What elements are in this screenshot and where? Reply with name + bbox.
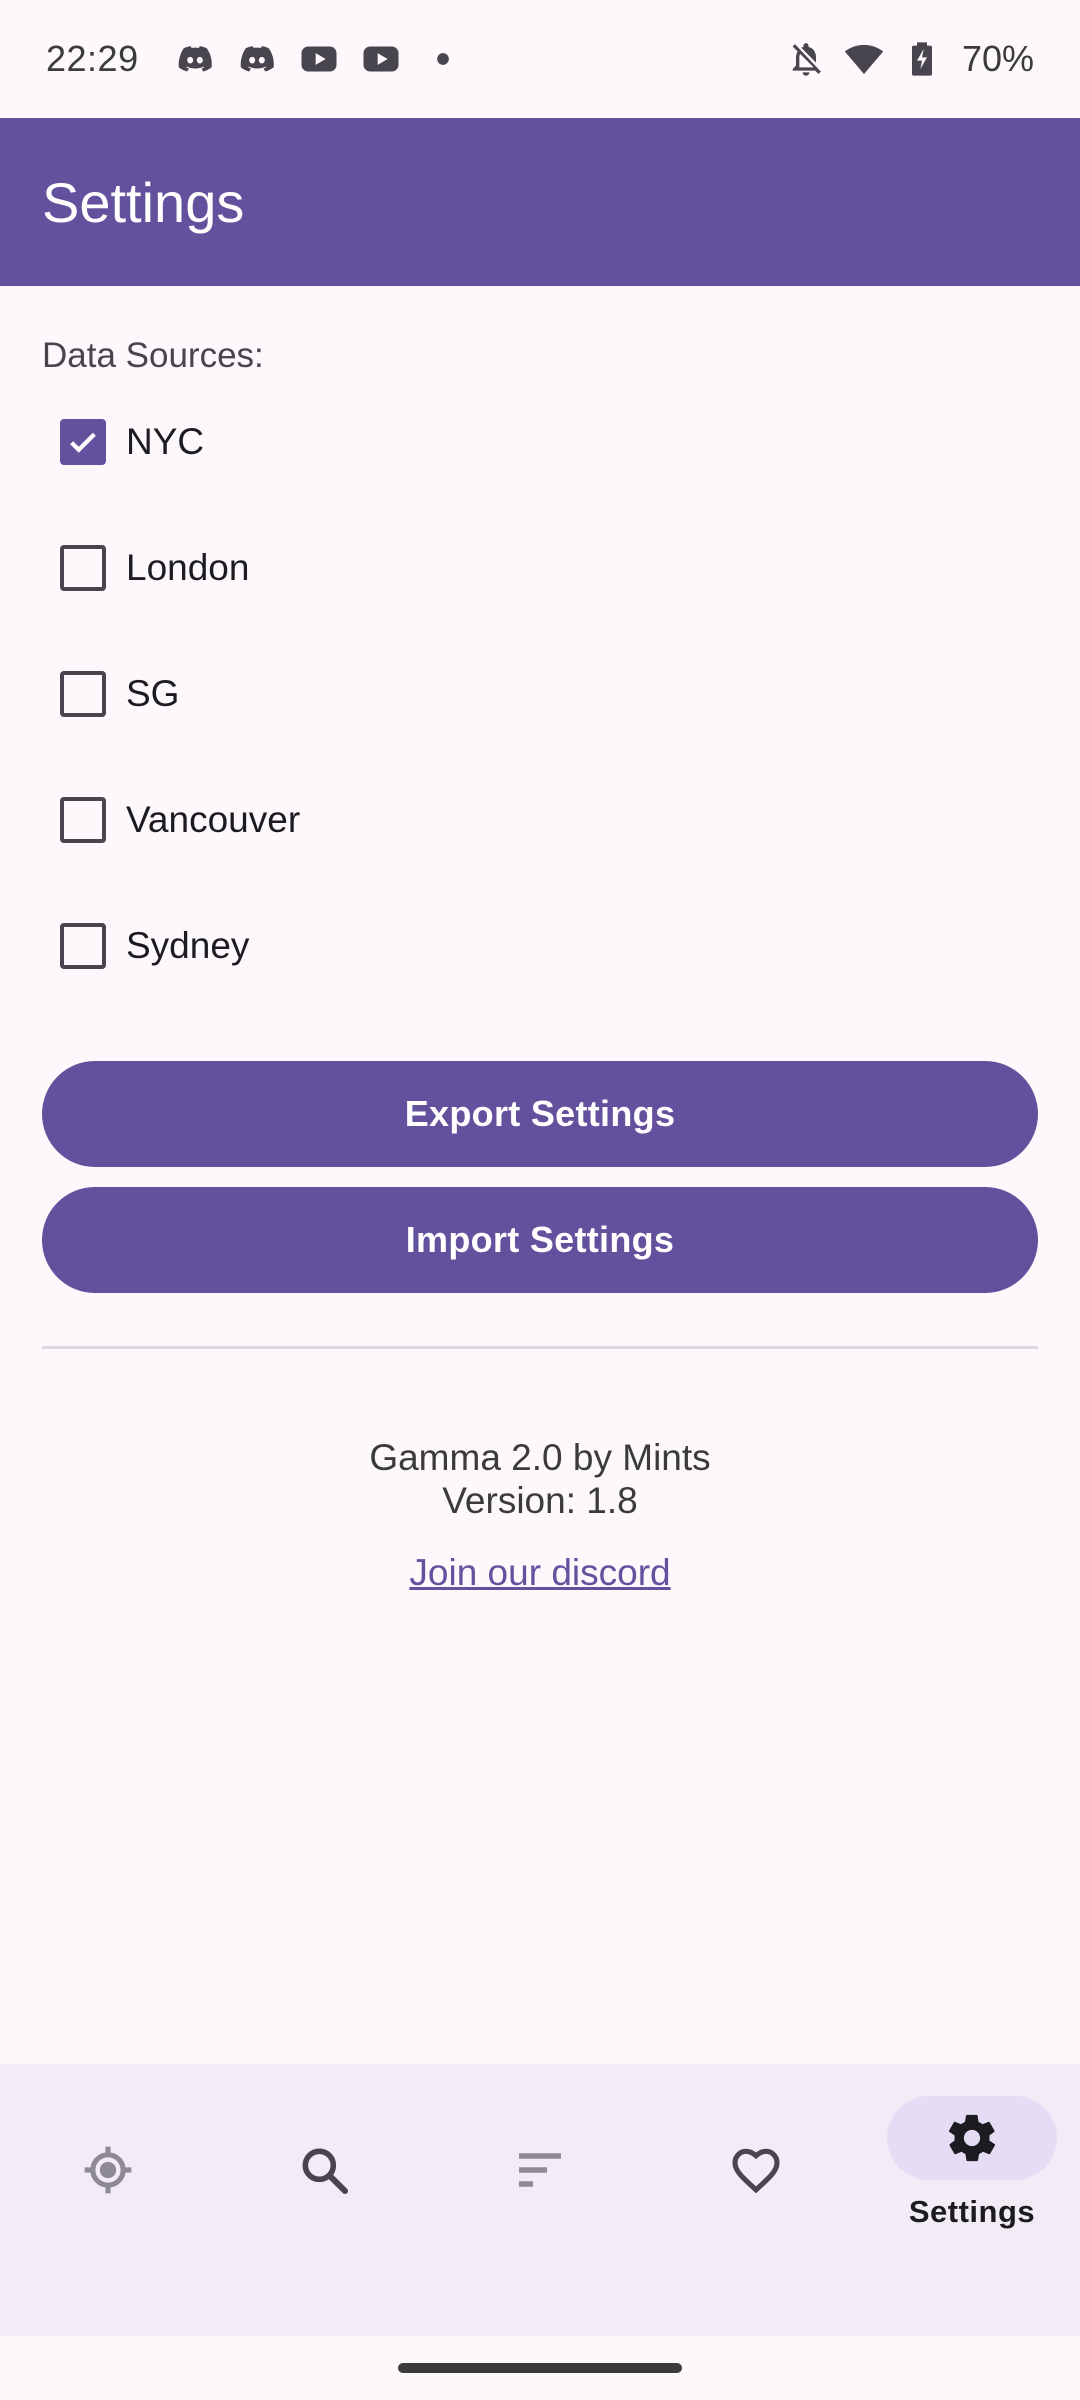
dot-icon xyxy=(423,39,463,79)
home-gesture-bar[interactable] xyxy=(398,2363,682,2373)
heart-icon xyxy=(732,2148,780,2194)
about-section: Gamma 2.0 by Mints Version: 1.8 xyxy=(0,1436,1080,1522)
nav-icon-container xyxy=(455,2128,625,2212)
checkmark-icon xyxy=(70,432,96,453)
youtube-icon xyxy=(299,39,339,79)
checkbox-label-sg: SG xyxy=(126,673,180,714)
nav-icon-container xyxy=(23,2128,193,2212)
crosshair-icon xyxy=(84,2146,132,2194)
nav-icon-container xyxy=(239,2128,409,2212)
version-text: Version: 1.8 xyxy=(442,1480,638,1521)
battery-percentage: 70% xyxy=(961,38,1034,79)
bell-off-icon xyxy=(786,39,826,79)
checkbox-label-london: London xyxy=(126,547,250,588)
page-title: Settings xyxy=(42,170,245,234)
status-right: 70% xyxy=(786,38,1034,80)
nav-item-settings[interactable]: Settings xyxy=(864,2064,1080,2336)
checkbox-row-sg[interactable]: SG xyxy=(60,664,179,724)
checkbox-row-london[interactable]: London xyxy=(60,538,249,598)
bottom-navigation: Settings xyxy=(0,2064,1080,2336)
nav-icon-container xyxy=(671,2128,841,2212)
nav-item-favorites[interactable] xyxy=(648,2064,864,2336)
nav-item-sort[interactable] xyxy=(432,2064,648,2336)
checkbox-label-sydney: Sydney xyxy=(126,925,250,966)
battery-charging-icon xyxy=(902,39,942,79)
checkbox-sydney[interactable] xyxy=(60,923,106,969)
discord-link[interactable]: Join our discord xyxy=(0,1552,1080,1594)
checkbox-label-nyc: NYC xyxy=(126,421,205,462)
settings-screen: 22:29 70% Settings Data Sources: NYC Lon… xyxy=(0,0,1080,2400)
import-settings-button[interactable]: Import Settings xyxy=(42,1187,1038,1293)
gear-icon xyxy=(948,2114,996,2162)
sort-icon xyxy=(519,2153,561,2187)
nav-active-indicator xyxy=(887,2096,1057,2180)
checkbox-row-vancouver[interactable]: Vancouver xyxy=(60,790,300,850)
checkbox-label-vancouver: Vancouver xyxy=(126,799,301,840)
app-bar: Settings xyxy=(0,118,1080,286)
checkbox-row-sydney[interactable]: Sydney xyxy=(60,916,249,976)
export-settings-button[interactable]: Export Settings xyxy=(42,1061,1038,1167)
checkbox-nyc[interactable] xyxy=(60,419,106,465)
nav-item-search[interactable] xyxy=(216,2064,432,2336)
app-name-text: Gamma 2.0 by Mints xyxy=(369,1437,711,1478)
nav-item-nearby[interactable] xyxy=(0,2064,216,2336)
checkbox-row-nyc[interactable]: NYC xyxy=(60,412,204,472)
discord-link-text[interactable]: Join our discord xyxy=(409,1552,670,1593)
checkbox-london[interactable] xyxy=(60,545,106,591)
discord-icon xyxy=(175,39,215,79)
divider xyxy=(42,1346,1038,1349)
checkbox-sg[interactable] xyxy=(60,671,106,717)
search-icon xyxy=(302,2148,349,2195)
wifi-icon xyxy=(844,39,884,79)
gesture-area xyxy=(0,2336,1080,2400)
data-sources-label: Data Sources: xyxy=(42,336,264,375)
status-bar: 22:29 70% xyxy=(0,0,1080,118)
youtube-icon xyxy=(361,39,401,79)
nav-label-settings: Settings xyxy=(908,2194,1036,2229)
discord-icon xyxy=(237,39,277,79)
checkbox-vancouver[interactable] xyxy=(60,797,106,843)
status-left: 22:29 xyxy=(46,38,463,80)
status-time: 22:29 xyxy=(46,38,139,79)
